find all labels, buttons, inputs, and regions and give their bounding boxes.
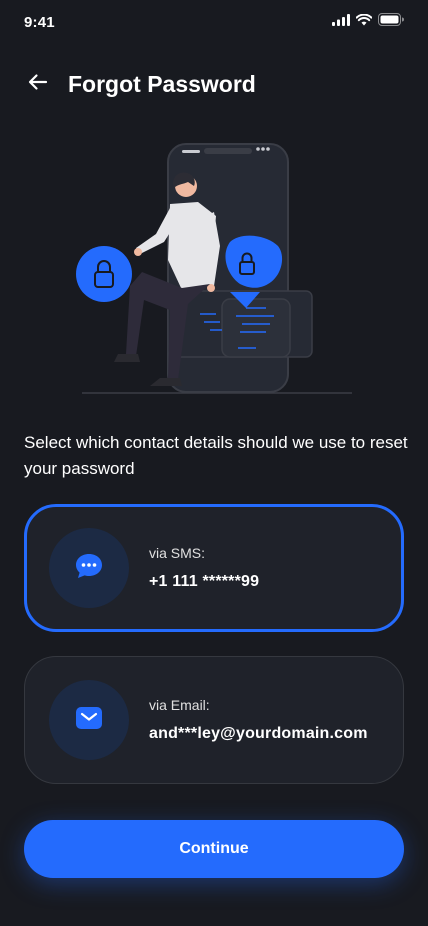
status-bar: 9:41: [0, 0, 428, 44]
signal-icon: [332, 13, 350, 31]
sms-option-label: via SMS:: [149, 545, 206, 561]
continue-button[interactable]: Continue: [24, 820, 404, 878]
status-icons: [332, 13, 404, 31]
wifi-icon: [355, 13, 373, 31]
email-option-text: via Email: and***ley@yourdomain.com: [149, 697, 368, 743]
arrow-left-icon: [26, 70, 50, 99]
email-icon-circle: [49, 680, 129, 760]
status-time: 9:41: [24, 13, 55, 31]
masked-email: and***ley@yourdomain.com: [149, 725, 368, 742]
page-title: Forgot Password: [68, 70, 256, 97]
header: Forgot Password: [24, 64, 404, 104]
email-option-label: via Email:: [149, 697, 210, 713]
chat-bubble-icon: [74, 552, 104, 585]
sms-icon-circle: [49, 528, 129, 608]
sms-phone-number: +1 111 ******99: [149, 573, 260, 590]
forgot-password-illustration: [70, 136, 360, 398]
battery-icon: [378, 13, 404, 31]
sms-option-text: via SMS: +1 111 ******99: [149, 545, 259, 591]
instruction-text: Select which contact details should we u…: [24, 433, 408, 478]
back-button[interactable]: [24, 70, 52, 98]
email-option-card[interactable]: via Email: and***ley@yourdomain.com: [24, 656, 404, 784]
mail-icon: [75, 706, 103, 735]
sms-option-card[interactable]: via SMS: +1 111 ******99: [24, 504, 404, 632]
